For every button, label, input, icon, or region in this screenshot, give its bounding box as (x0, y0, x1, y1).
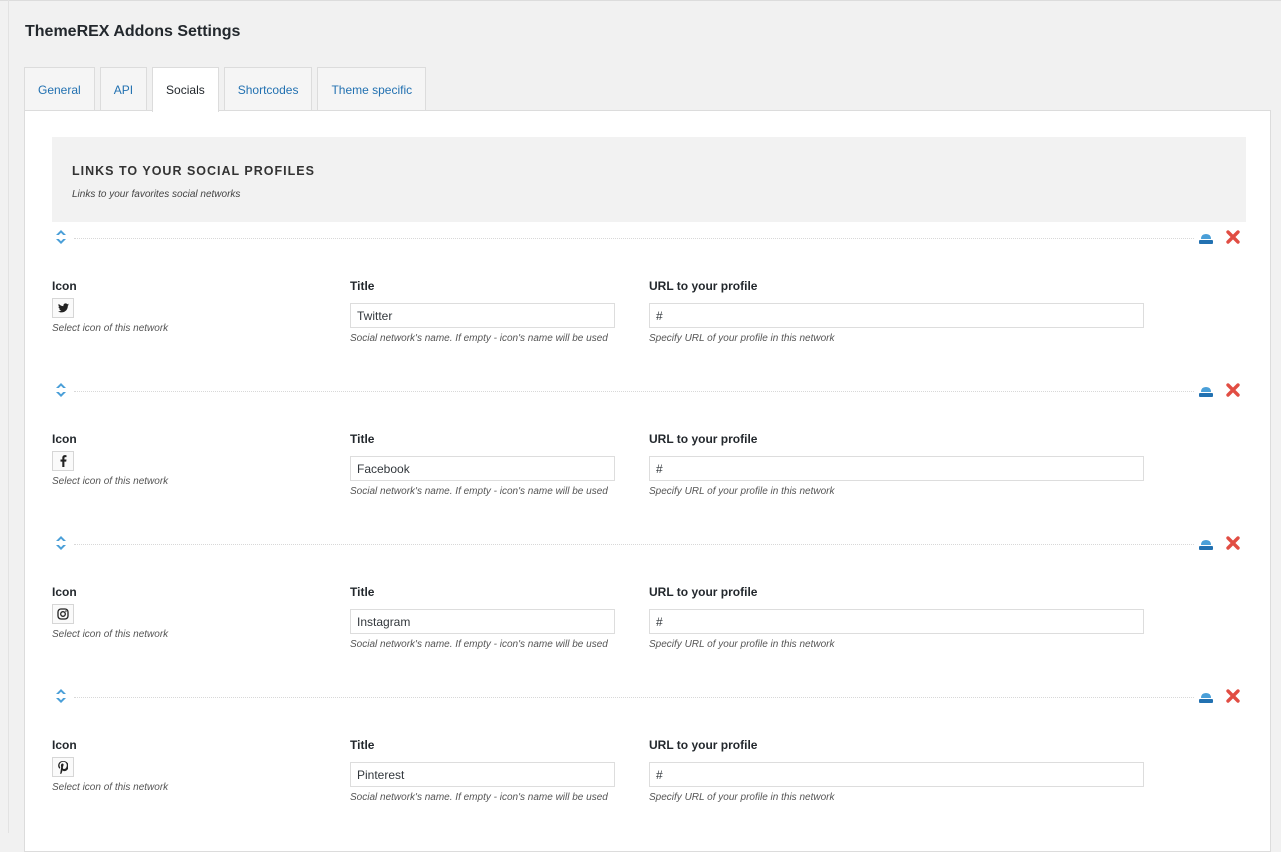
title-input[interactable] (350, 456, 615, 481)
settings-tabs: General API Socials Shortcodes Theme spe… (24, 67, 431, 112)
facebook-icon[interactable] (52, 451, 74, 471)
row-divider (74, 391, 1194, 392)
title-hint: Social network's name. If empty - icon's… (350, 486, 608, 497)
left-border (8, 0, 9, 833)
title-hint: Social network's name. If empty - icon's… (350, 792, 608, 803)
url-hint: Specify URL of your profile in this netw… (649, 792, 835, 803)
drag-handle-icon[interactable] (56, 230, 70, 246)
url-label: URL to your profile (649, 738, 758, 752)
page-title: ThemeREX Addons Settings (25, 23, 241, 40)
title-input[interactable] (350, 303, 615, 328)
title-label: Title (350, 279, 375, 293)
url-label: URL to your profile (649, 585, 758, 599)
clone-row-button[interactable] (1198, 691, 1214, 703)
drag-handle-icon[interactable] (56, 536, 70, 552)
clone-row-button[interactable] (1198, 232, 1214, 244)
url-hint: Specify URL of your profile in this netw… (649, 486, 835, 497)
tab-api[interactable]: API (99, 67, 148, 111)
title-label: Title (350, 738, 375, 752)
tab-general[interactable]: General (24, 67, 95, 111)
row-divider (74, 544, 1194, 545)
title-input[interactable] (350, 609, 615, 634)
twitter-icon[interactable] (52, 298, 74, 318)
title-label: Title (350, 585, 375, 599)
title-hint: Social network's name. If empty - icon's… (350, 333, 608, 344)
section-header: LINKS TO YOUR SOCIAL PROFILES Links to y… (52, 137, 1246, 222)
section-description: Links to your favorites social networks (72, 189, 241, 200)
url-label: URL to your profile (649, 279, 758, 293)
row-toolbar (52, 687, 1246, 707)
social-row: Icon Select icon of this network Title Soci… (52, 534, 1246, 686)
url-input[interactable] (649, 609, 1144, 634)
delete-row-button[interactable] (1225, 535, 1243, 553)
tab-theme-specific[interactable]: Theme specific (317, 67, 427, 111)
social-row: Icon Select icon of this network Title Soci… (52, 228, 1246, 380)
icon-hint: Select icon of this network (52, 476, 169, 487)
top-border (0, 0, 1281, 1)
url-hint: Specify URL of your profile in this netw… (649, 639, 835, 650)
social-row: Icon Select icon of this network Title Soci… (52, 687, 1246, 839)
drag-handle-icon[interactable] (56, 689, 70, 705)
icon-label: Icon (52, 585, 77, 599)
url-input[interactable] (649, 456, 1144, 481)
icon-hint: Select icon of this network (52, 782, 169, 793)
row-toolbar (52, 228, 1246, 248)
title-label: Title (350, 432, 375, 446)
url-input[interactable] (649, 303, 1144, 328)
delete-row-button[interactable] (1225, 229, 1243, 247)
pinterest-icon[interactable] (52, 757, 74, 777)
instagram-icon[interactable] (52, 604, 74, 624)
icon-label: Icon (52, 432, 77, 446)
url-label: URL to your profile (649, 432, 758, 446)
clone-row-button[interactable] (1198, 538, 1214, 550)
title-hint: Social network's name. If empty - icon's… (350, 639, 608, 650)
icon-hint: Select icon of this network (52, 629, 169, 640)
delete-row-button[interactable] (1225, 688, 1243, 706)
icon-label: Icon (52, 279, 77, 293)
section-title: LINKS TO YOUR SOCIAL PROFILES (72, 164, 315, 178)
title-input[interactable] (350, 762, 615, 787)
url-input[interactable] (649, 762, 1144, 787)
drag-handle-icon[interactable] (56, 383, 70, 399)
row-divider (74, 238, 1194, 239)
url-hint: Specify URL of your profile in this netw… (649, 333, 835, 344)
icon-hint: Select icon of this network (52, 323, 169, 334)
clone-row-button[interactable] (1198, 385, 1214, 397)
row-toolbar (52, 534, 1246, 554)
settings-panel: LINKS TO YOUR SOCIAL PROFILES Links to y… (24, 110, 1271, 852)
tab-socials[interactable]: Socials (152, 67, 219, 112)
icon-label: Icon (52, 738, 77, 752)
row-toolbar (52, 381, 1246, 401)
social-row: Icon Select icon of this network Title Soci… (52, 381, 1246, 533)
row-divider (74, 697, 1194, 698)
delete-row-button[interactable] (1225, 382, 1243, 400)
tab-shortcodes[interactable]: Shortcodes (223, 67, 313, 111)
